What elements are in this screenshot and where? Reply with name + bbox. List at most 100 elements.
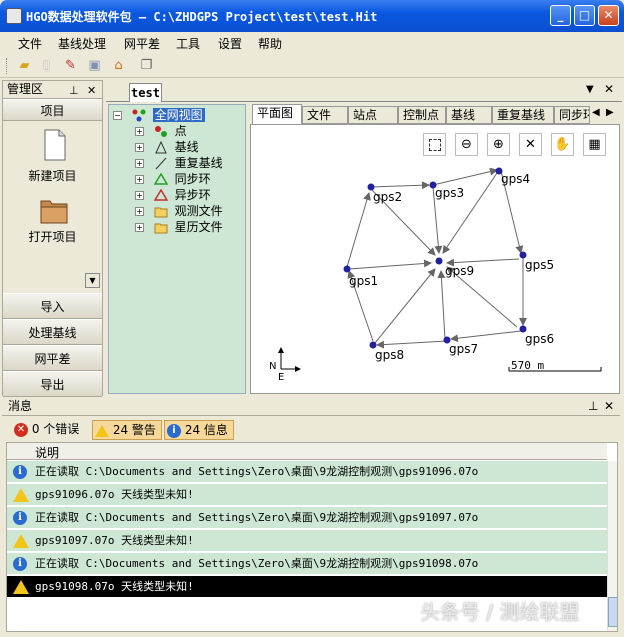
- expand-icon[interactable]: +: [135, 207, 144, 216]
- tree-label[interactable]: 重复基线: [175, 156, 223, 170]
- tab-plan-view[interactable]: 平面图: [252, 104, 302, 125]
- station-gps9[interactable]: [435, 257, 443, 265]
- expand-icon[interactable]: +: [135, 143, 144, 152]
- home-icon[interactable]: ⌂: [110, 57, 127, 74]
- message-row[interactable]: gps91097.07o 天线类型未知!: [7, 530, 607, 552]
- message-row[interactable]: i 正在读取 C:\Documents and Settings\Zero\桌面…: [7, 553, 607, 575]
- message-row[interactable]: i 正在读取 C:\Documents and Settings\Zero\桌面…: [7, 461, 607, 483]
- info-icon: i: [13, 465, 27, 479]
- tab-sync-loops[interactable]: 同步环: [554, 106, 590, 124]
- network-adjust-button[interactable]: 网平差: [3, 345, 102, 371]
- tree-item-points[interactable]: + 点: [135, 123, 187, 139]
- expand-icon[interactable]: +: [135, 159, 144, 168]
- errors-filter-button[interactable]: ✕ 0 个错误: [12, 420, 92, 440]
- view-tabs: 平面图 文件 站点 控制点 基线 重复基线 同步环 ◀ ▶: [250, 104, 618, 125]
- collapse-icon[interactable]: −: [113, 111, 122, 120]
- tree-item-async-loops[interactable]: + 异步环: [135, 187, 211, 203]
- tab-scroll-right-icon[interactable]: ▶: [606, 107, 614, 118]
- menu-baseline[interactable]: 基线处理: [58, 35, 106, 52]
- baseline-icon: [154, 140, 168, 154]
- info-count: 24 信息: [184, 423, 228, 437]
- tab-baselines[interactable]: 基线: [446, 106, 492, 124]
- new-project-label[interactable]: 新建项目: [3, 167, 102, 184]
- close-icon[interactable]: ✕: [87, 82, 96, 99]
- save-icon[interactable]: ▣: [86, 57, 103, 74]
- tab-files[interactable]: 文件: [302, 106, 348, 124]
- line-icon: [154, 157, 168, 170]
- pin-icon[interactable]: ⊥: [588, 398, 598, 415]
- app-icon[interactable]: [6, 8, 22, 24]
- tree-label[interactable]: 观测文件: [175, 204, 223, 218]
- label-gps8: gps8: [375, 348, 404, 362]
- tree-panel: − 全网视图 + 点 + 基线 + 重复基线 + 同步环 + 异步环 + 观测文…: [108, 104, 246, 394]
- close-button[interactable]: ✕: [598, 5, 619, 26]
- tree-item-repeat-baselines[interactable]: + 重复基线: [135, 155, 223, 171]
- manager-panel: 管理区 ⊥ ✕ 项目 新建项目 打开项目 ▼ 导入 处理基线 网平差 导出: [2, 80, 103, 397]
- message-row[interactable]: gps91096.07o 天线类型未知!: [7, 484, 607, 506]
- menu-adjust[interactable]: 网平差: [124, 35, 160, 52]
- tab-stations[interactable]: 站点: [348, 106, 398, 124]
- toolbar: ▰ ▯ ✎ ▣ ⌂ ❐: [0, 54, 624, 78]
- scale-label: 570 m: [511, 359, 544, 372]
- delete-icon[interactable]: ✎: [62, 57, 79, 74]
- export-button[interactable]: 导出: [3, 371, 102, 397]
- message-scrollbar[interactable]: [607, 461, 617, 631]
- process-baseline-button[interactable]: 处理基线: [3, 319, 102, 345]
- pin-icon[interactable]: ⊥: [69, 82, 79, 99]
- tree-item-sync-loops[interactable]: + 同步环: [135, 171, 211, 187]
- tree-label[interactable]: 星历文件: [175, 220, 223, 234]
- tab-dropdown-icon[interactable]: ▼: [586, 84, 594, 95]
- minimize-button[interactable]: _: [550, 5, 571, 26]
- scroll-down-icon[interactable]: ▼: [85, 273, 100, 288]
- tree-label[interactable]: 同步环: [175, 172, 211, 186]
- message-column-header[interactable]: 说明: [7, 443, 607, 460]
- network-diagram: gps1 gps2 gps3 gps4 gps5 gps6 gps7 gps8 …: [269, 167, 602, 383]
- tree-item-ephemeris[interactable]: + 星历文件: [135, 219, 223, 235]
- expand-icon[interactable]: +: [135, 223, 144, 232]
- errors-count: 0 个错误: [31, 422, 80, 436]
- menu-help[interactable]: 帮助: [258, 35, 282, 52]
- copy-icon[interactable]: ❐: [138, 57, 155, 74]
- close-icon[interactable]: ✕: [604, 398, 614, 415]
- tree-root[interactable]: − 全网视图: [113, 107, 205, 123]
- tab-scroll-left-icon[interactable]: ◀: [592, 107, 600, 118]
- label-gps9: gps9: [445, 264, 474, 278]
- new-project-icon[interactable]: [39, 129, 69, 161]
- doc-close-icon[interactable]: ✕: [604, 82, 614, 96]
- message-row[interactable]: i 正在读取 C:\Documents and Settings\Zero\桌面…: [7, 507, 607, 529]
- station-gps1[interactable]: [343, 265, 351, 273]
- open-project-icon[interactable]: [39, 195, 69, 227]
- expand-icon[interactable]: +: [135, 191, 144, 200]
- warning-icon: [13, 488, 29, 502]
- north-label: N: [269, 361, 276, 372]
- tree-label[interactable]: 异步环: [175, 188, 211, 202]
- tree-item-obs-files[interactable]: + 观测文件: [135, 203, 223, 219]
- project-header[interactable]: 项目: [3, 99, 102, 121]
- maximize-button[interactable]: □: [574, 5, 595, 26]
- warnings-filter-button[interactable]: 24 警告: [92, 420, 162, 440]
- import-button[interactable]: 导入: [3, 293, 102, 319]
- tree-item-baselines[interactable]: + 基线: [135, 139, 199, 155]
- open-project-label[interactable]: 打开项目: [3, 228, 102, 245]
- expand-icon[interactable]: +: [135, 127, 144, 136]
- toolbar-grip[interactable]: [6, 58, 9, 74]
- menu-file[interactable]: 文件: [18, 35, 42, 52]
- info-filter-button[interactable]: i 24 信息: [164, 420, 234, 440]
- menu-tools[interactable]: 工具: [176, 35, 200, 52]
- info-icon: i: [13, 557, 27, 571]
- scroll-thumb[interactable]: [608, 597, 617, 627]
- document-tab[interactable]: test: [129, 83, 162, 102]
- message-row-selected[interactable]: gps91098.07o 天线类型未知!: [7, 576, 607, 598]
- new-doc-icon[interactable]: ▯: [38, 57, 55, 74]
- folder-icon: [154, 221, 168, 234]
- expand-icon[interactable]: +: [135, 175, 144, 184]
- tab-control-points[interactable]: 控制点: [398, 106, 446, 124]
- menu-settings[interactable]: 设置: [218, 35, 242, 52]
- tab-repeat-baselines[interactable]: 重复基线: [492, 106, 554, 124]
- tree-label[interactable]: 基线: [175, 140, 199, 154]
- label-gps1: gps1: [349, 274, 378, 288]
- plan-view-map[interactable]: ⊖ ⊕ ✕ ✋ ▦ gps1 gps2 gps3 gps4 gps5 gps6 …: [250, 124, 620, 394]
- open-folder-icon[interactable]: ▰: [16, 57, 33, 74]
- tree-label[interactable]: 点: [175, 124, 187, 138]
- tree-root-label[interactable]: 全网视图: [152, 108, 205, 122]
